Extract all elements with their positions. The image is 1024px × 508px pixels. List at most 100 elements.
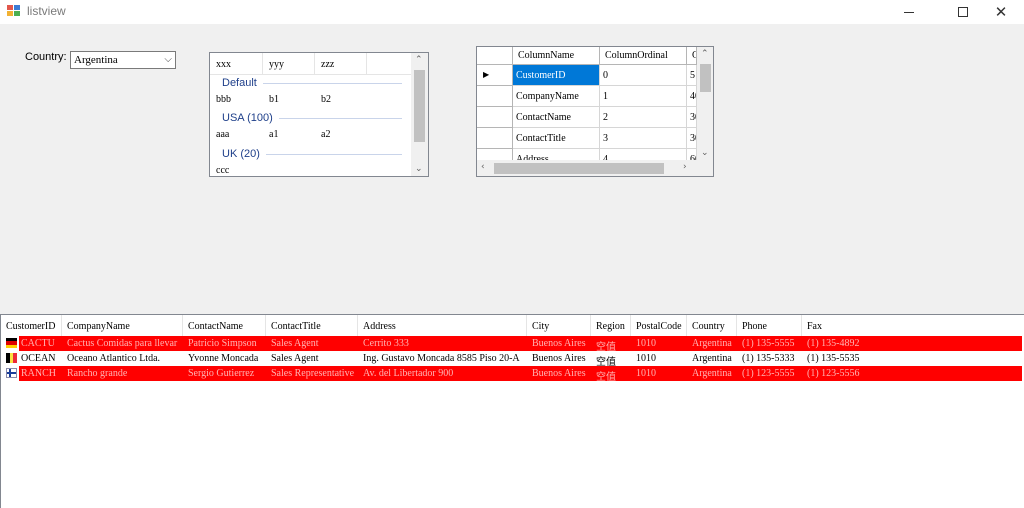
column-header[interactable]: CustomerID <box>1 315 62 336</box>
column-header[interactable]: CompanyName <box>62 315 183 336</box>
list-cell: Patricio Simpson <box>188 338 257 349</box>
country-dropdown[interactable]: Argentina ⌵ <box>70 51 176 69</box>
list-cell: Buenos Aires <box>532 353 586 364</box>
scroll-up-icon[interactable]: ⌃ <box>701 49 709 59</box>
group-header[interactable]: Default <box>222 76 402 90</box>
column-header[interactable]: Address <box>358 315 527 336</box>
customers-list-view[interactable]: CustomerID CompanyName ContactName Conta… <box>0 314 1024 508</box>
list-cell: Argentina <box>692 338 732 349</box>
list-cell: (1) 123-5556 <box>807 368 860 379</box>
group-header-label: UK (20) <box>222 148 260 160</box>
finland-flag-icon <box>6 368 17 378</box>
list-item-cell: b2 <box>321 94 331 105</box>
grid-row-header[interactable] <box>477 107 513 128</box>
list-cell: Buenos Aires <box>532 338 586 349</box>
grid-corner-header[interactable] <box>477 47 513 65</box>
grouped-list-header: xxx yyy zzz <box>210 53 412 75</box>
column-header[interactable]: Region <box>591 315 631 336</box>
grid-column-header[interactable]: C <box>687 47 697 65</box>
close-button[interactable]: ✕ <box>978 0 1024 24</box>
list-cell: Sergio Gutierrez <box>188 368 255 379</box>
list-cell: Ing. Gustavo Moncada 8585 Piso 20-A <box>363 353 520 364</box>
maximize-icon <box>958 7 968 17</box>
list-cell: Buenos Aires <box>532 368 586 379</box>
column-header[interactable]: Fax <box>802 315 1024 336</box>
column-header[interactable]: City <box>527 315 591 336</box>
grid-vertical-scrollbar[interactable]: ⌃ ⌄ <box>697 47 713 160</box>
list-item[interactable]: OCEAN Oceano Atlantico Ltda. Yvonne Monc… <box>1 351 1024 368</box>
grid-cell[interactable]: 3 <box>600 128 687 149</box>
list-cell: 1010 <box>636 353 656 364</box>
list-cell: 空值 <box>596 372 616 383</box>
list-cell: CACTU <box>21 338 55 349</box>
grouped-list-view[interactable]: xxx yyy zzz Default bbb b1 b2 USA (100) … <box>209 52 429 177</box>
group-header[interactable]: UK (20) <box>222 147 402 161</box>
minimize-button[interactable] <box>886 0 932 24</box>
group-header[interactable]: USA (100) <box>222 111 402 125</box>
list-cell: Sales Agent <box>271 338 319 349</box>
belgium-flag-icon <box>6 353 18 363</box>
grid-column-header[interactable]: ColumnName <box>513 47 600 65</box>
list-item[interactable]: CACTU Cactus Comidas para llevar Patrici… <box>1 336 1024 353</box>
grid-column-header[interactable]: ColumnOrdinal <box>600 47 687 65</box>
list-cell: Argentina <box>692 353 732 364</box>
list-item[interactable]: RANCH Rancho grande Sergio Gutierrez Sal… <box>1 366 1024 383</box>
list-cell: Sales Agent <box>271 353 319 364</box>
column-header[interactable]: ContactTitle <box>266 315 358 336</box>
column-header[interactable]: ContactName <box>183 315 266 336</box>
list-item-cell[interactable]: aaa <box>216 129 229 140</box>
list-cell: (1) 135-5555 <box>742 338 795 349</box>
column-header[interactable]: Phone <box>737 315 802 336</box>
scroll-left-icon[interactable]: ‹ <box>481 162 485 172</box>
grid-row-header[interactable]: ▶ <box>477 65 513 86</box>
list-cell: Yvonne Moncada <box>188 353 259 364</box>
scrollbar-thumb[interactable] <box>700 64 711 92</box>
scrollbar-corner <box>697 160 713 176</box>
list-cell: Av. del Libertador 900 <box>363 368 454 379</box>
grid-cell[interactable]: CustomerID <box>513 65 600 86</box>
column-header[interactable]: PostalCode <box>631 315 687 336</box>
list-item-cell: a2 <box>321 129 331 140</box>
scroll-down-icon[interactable]: ⌄ <box>415 164 423 174</box>
country-label: Country: <box>25 51 67 63</box>
list-cell: 1010 <box>636 368 656 379</box>
grid-row-header[interactable] <box>477 86 513 107</box>
chevron-down-icon[interactable]: ⌵ <box>164 54 172 65</box>
scroll-down-icon[interactable]: ⌄ <box>701 148 709 158</box>
schema-data-grid[interactable]: ColumnName ColumnOrdinal C ▶ CustomerID … <box>476 46 714 177</box>
scrollbar-thumb[interactable] <box>414 70 425 142</box>
germany-flag-icon <box>6 338 17 348</box>
list-cell: Cerrito 333 <box>363 338 409 349</box>
grid-cell[interactable]: 30 <box>687 107 697 128</box>
column-header[interactable]: xxx <box>210 53 263 75</box>
column-header[interactable]: Country <box>687 315 737 336</box>
grid-cell[interactable]: 30 <box>687 128 697 149</box>
grid-cell[interactable]: 40 <box>687 86 697 107</box>
column-header[interactable]: yyy <box>263 53 315 75</box>
scrollbar-thumb[interactable] <box>494 163 664 174</box>
grid-cell[interactable]: 1 <box>600 86 687 107</box>
grid-cell[interactable]: 0 <box>600 65 687 86</box>
scroll-up-icon[interactable]: ⌃ <box>415 55 423 65</box>
grid-cell[interactable]: 2 <box>600 107 687 128</box>
close-icon: ✕ <box>994 2 1008 21</box>
list-item-cell[interactable]: bbb <box>216 94 231 105</box>
grid-row-header[interactable] <box>477 128 513 149</box>
column-header[interactable]: zzz <box>315 53 367 75</box>
list-item-cell[interactable]: ccc <box>216 165 229 176</box>
list-cell: (1) 123-5555 <box>742 368 795 379</box>
list-cell: 1010 <box>636 338 656 349</box>
grid-horizontal-scrollbar[interactable]: ‹ › <box>477 160 697 176</box>
app-icon <box>7 5 21 17</box>
grid-cell[interactable]: ContactName <box>513 107 600 128</box>
grid-cell[interactable]: CompanyName <box>513 86 600 107</box>
grid-cell[interactable]: 5 <box>687 65 697 86</box>
vertical-scrollbar[interactable]: ⌃ ⌄ <box>411 53 428 176</box>
list-cell: OCEAN <box>21 353 56 364</box>
list-item-cell: b1 <box>269 94 279 105</box>
list-cell: Sales Representative <box>271 368 355 379</box>
window-title: listview <box>27 4 66 18</box>
scroll-right-icon[interactable]: › <box>683 162 687 172</box>
grid-cell[interactable]: ContactTitle <box>513 128 600 149</box>
list-cell: Oceano Atlantico Ltda. <box>67 353 161 364</box>
